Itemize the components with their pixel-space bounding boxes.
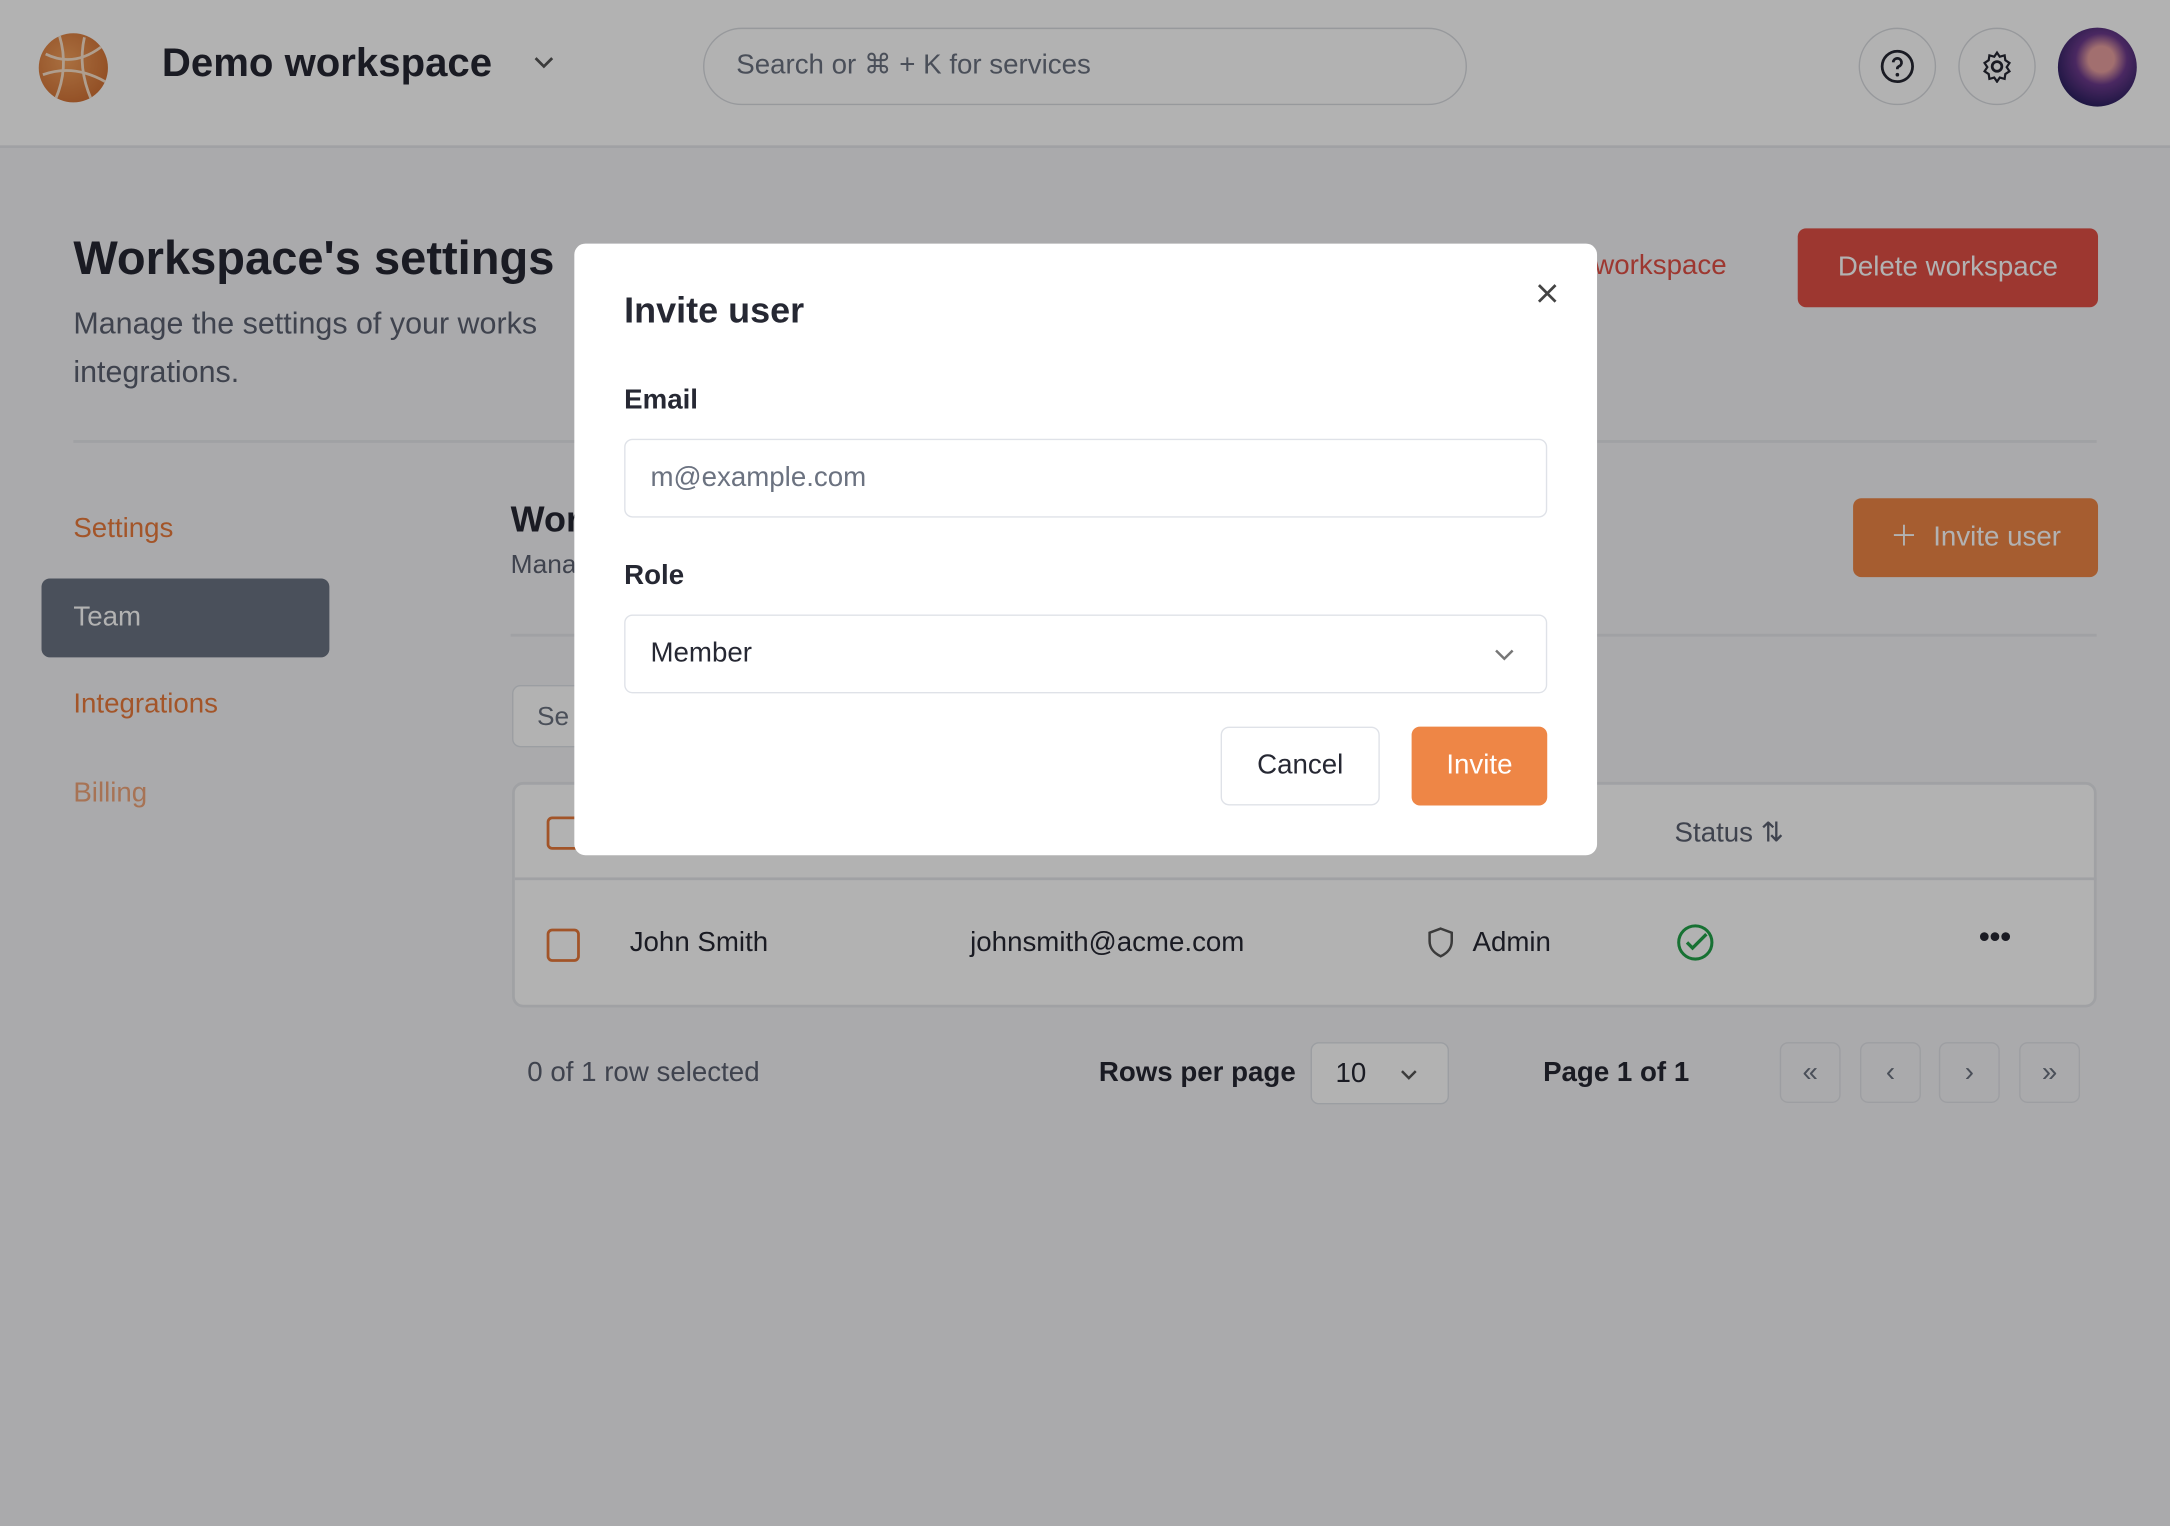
role-label: Role (624, 560, 685, 591)
chevron-down-icon (1495, 649, 1514, 661)
email-label: Email (624, 384, 698, 416)
role-value: Member (650, 637, 752, 669)
cancel-button[interactable]: Cancel (1220, 726, 1380, 806)
dialog-title: Invite user (624, 289, 805, 331)
invite-button[interactable]: Invite (1411, 726, 1548, 806)
invite-user-dialog: Invite user Email m@example.com Role Mem… (574, 243, 1598, 856)
close-icon[interactable] (1535, 281, 1560, 313)
email-field[interactable]: m@example.com (624, 438, 1548, 518)
role-select[interactable]: Member (624, 614, 1548, 694)
